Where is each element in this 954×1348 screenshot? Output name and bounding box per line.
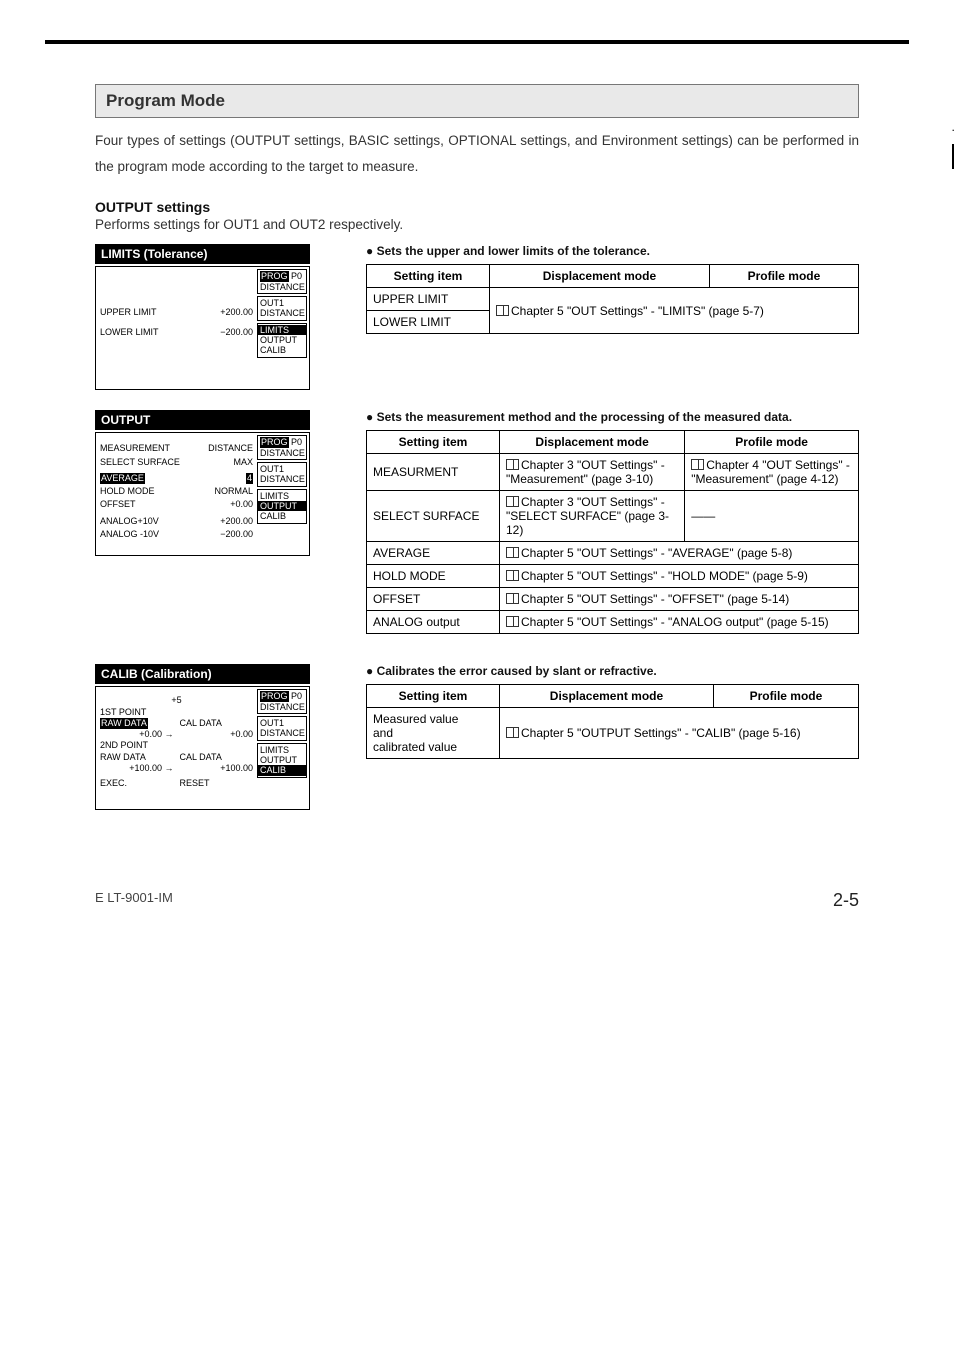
upper-limit-value: +200.00 — [220, 307, 253, 318]
limits-bullet: Sets the upper and lower limits of the t… — [366, 244, 859, 258]
lower-limit-value: −200.00 — [220, 327, 253, 338]
section-title: Program Mode — [106, 91, 225, 110]
output-bullet: Sets the measurement method and the proc… — [366, 410, 859, 424]
doc-id: E LT-9001-IM — [95, 890, 173, 911]
book-icon — [506, 616, 519, 627]
col-setting-item: Setting item — [367, 265, 490, 288]
limits-block: LIMITS (Tolerance) UPPER LIMIT +200.00 LO… — [95, 244, 859, 390]
limits-ref-cell: Chapter 5 "OUT Settings" - "LIMITS" (pag… — [490, 288, 859, 334]
col-disp-mode: Displacement mode — [490, 265, 710, 288]
limits-screen: UPPER LIMIT +200.00 LOWER LIMIT −200.00 PR… — [95, 266, 310, 390]
calib-ref-cell: Chapter 5 "OUTPUT Settings" - "CALIB" (p… — [500, 708, 859, 759]
output-screen: MEASUREMENTDISTANCE SELECT SURFACEMAX AV… — [95, 432, 310, 556]
page-number: 2-5 — [833, 890, 859, 911]
calib-screen: +5 1ST POINT RAW DATA CAL DATA +0.00 → +… — [95, 686, 310, 810]
lower-limit-label: LOWER LIMIT — [100, 327, 159, 338]
limits-title: LIMITS (Tolerance) — [95, 244, 310, 264]
output-settings-desc: Performs settings for OUT1 and OUT2 resp… — [95, 217, 859, 232]
book-icon — [496, 305, 509, 316]
book-icon — [506, 593, 519, 604]
side-prog-panel: PROG P0DISTANCE — [257, 269, 307, 294]
upper-limit-label: UPPER LIMIT — [100, 307, 157, 318]
col-profile-mode: Profile mode — [709, 265, 858, 288]
arrow-icon: → — [165, 729, 174, 740]
calib-bullet: Calibrates the error caused by slant or … — [366, 664, 859, 678]
calib-block: CALIB (Calibration) +5 1ST POINT RAW DAT… — [95, 664, 859, 810]
calib-row-label: Measured value and calibrated value — [367, 708, 500, 759]
book-icon — [506, 496, 519, 507]
book-icon — [691, 459, 704, 470]
section-header: Program Mode — [95, 84, 859, 118]
book-icon — [506, 547, 519, 558]
limits-row-lower: LOWER LIMIT — [367, 311, 490, 334]
limits-row-upper: UPPER LIMIT — [367, 288, 490, 311]
arrow-icon: → — [165, 763, 174, 774]
calib-title: CALIB (Calibration) — [95, 664, 310, 684]
side-out1-panel: OUT1DISTANCE — [257, 296, 307, 321]
page-footer: E LT-9001-IM 2-5 — [0, 890, 954, 941]
book-icon — [506, 570, 519, 581]
book-icon — [506, 459, 519, 470]
output-title: OUTPUT — [95, 410, 310, 430]
side-menu-panel: LIMITS OUTPUT CALIB — [257, 323, 307, 358]
limits-table: Setting item Displacement mode Profile m… — [366, 264, 859, 334]
output-table: Setting item Displacement mode Profile m… — [366, 430, 859, 634]
book-icon — [506, 727, 519, 738]
output-settings-heading: OUTPUT settings — [95, 199, 859, 215]
output-block: OUTPUT MEASUREMENTDISTANCE SELECT SURFAC… — [95, 410, 859, 634]
calib-table: Setting item Displacement mode Profile m… — [366, 684, 859, 759]
section-intro: Four types of settings (OUTPUT settings,… — [95, 128, 859, 179]
